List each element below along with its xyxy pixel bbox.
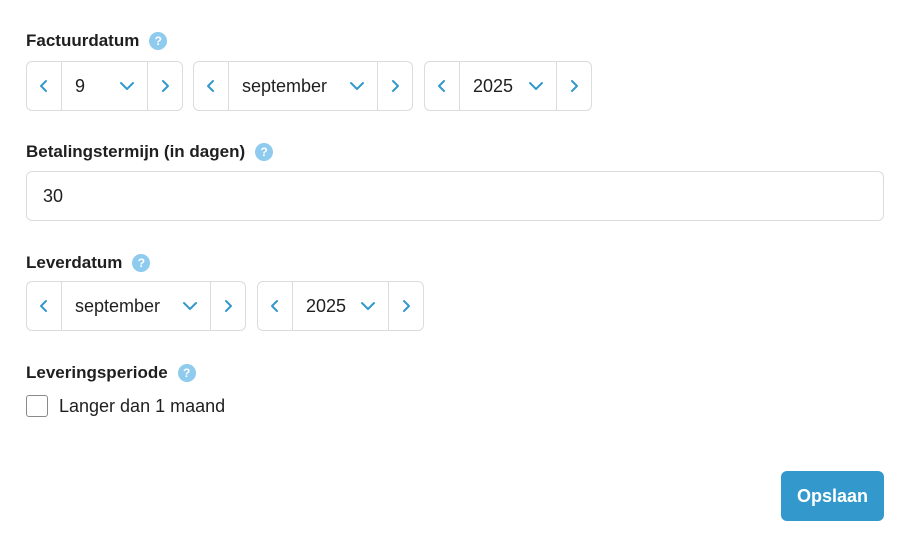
help-icon[interactable]: ?: [177, 364, 196, 382]
invoice-date-label-row: Factuurdatum ?: [26, 29, 168, 53]
delivery-year-stepper: 2025: [257, 281, 424, 331]
previous-year-button[interactable]: [425, 62, 459, 110]
chevron-left-icon: [438, 80, 445, 92]
delivery-date-label: Leverdatum: [26, 253, 123, 272]
payment-term-label: Betalingstermijn (in dagen): [26, 142, 246, 161]
delivery-month-stepper: september: [26, 281, 246, 331]
previous-delivery-month-button[interactable]: [27, 282, 61, 330]
delivery-year-select[interactable]: 2025: [292, 282, 389, 330]
chevron-down-icon: [183, 302, 197, 310]
next-delivery-year-button[interactable]: [389, 282, 423, 330]
next-day-button[interactable]: [148, 62, 182, 110]
chevron-down-icon: [529, 82, 543, 90]
invoice-month-select[interactable]: september: [228, 62, 378, 110]
chevron-right-icon: [571, 80, 578, 92]
delivery-month-value: september: [75, 295, 161, 316]
invoice-year-select[interactable]: 2025: [459, 62, 557, 110]
chevron-down-icon: [350, 82, 364, 90]
invoice-month-value: september: [242, 75, 328, 96]
chevron-down-icon: [361, 302, 375, 310]
chevron-right-icon: [403, 300, 410, 312]
chevron-left-icon: [40, 80, 47, 92]
chevron-right-icon: [225, 300, 232, 312]
payment-term-input[interactable]: [26, 171, 884, 221]
longer-than-month-label: Langer dan 1 maand: [59, 395, 226, 416]
invoice-year-value: 2025: [473, 75, 514, 96]
previous-delivery-year-button[interactable]: [258, 282, 292, 330]
delivery-date-label-row: Leverdatum ?: [26, 251, 151, 275]
chevron-left-icon: [207, 80, 214, 92]
chevron-right-icon: [392, 80, 399, 92]
next-month-button[interactable]: [378, 62, 412, 110]
help-icon[interactable]: ?: [132, 254, 151, 272]
longer-than-month-checkbox[interactable]: [26, 395, 48, 417]
delivery-period-label: Leveringsperiode: [26, 363, 168, 382]
chevron-left-icon: [40, 300, 47, 312]
invoice-month-stepper: september: [193, 61, 413, 111]
previous-month-button[interactable]: [194, 62, 228, 110]
chevron-right-icon: [162, 80, 169, 92]
previous-day-button[interactable]: [27, 62, 61, 110]
save-button[interactable]: Opslaan: [781, 471, 884, 521]
delivery-month-select[interactable]: september: [61, 282, 211, 330]
invoice-settings-form: Factuurdatum ? 9 september 2025 Betaling…: [0, 0, 910, 548]
invoice-year-stepper: 2025: [424, 61, 592, 111]
next-delivery-month-button[interactable]: [211, 282, 245, 330]
invoice-day-value: 9: [75, 75, 86, 96]
chevron-down-icon: [120, 82, 134, 90]
help-icon[interactable]: ?: [149, 32, 168, 50]
invoice-date-label: Factuurdatum: [26, 31, 140, 50]
delivery-period-label-row: Leveringsperiode ?: [26, 361, 196, 385]
delivery-year-value: 2025: [306, 295, 347, 316]
invoice-day-select[interactable]: 9: [61, 62, 148, 110]
help-icon[interactable]: ?: [255, 143, 274, 161]
chevron-left-icon: [271, 300, 278, 312]
invoice-day-stepper: 9: [26, 61, 183, 111]
payment-term-label-row: Betalingstermijn (in dagen) ?: [26, 140, 274, 164]
longer-than-month-option[interactable]: Langer dan 1 maand: [26, 395, 225, 417]
next-year-button[interactable]: [557, 62, 591, 110]
